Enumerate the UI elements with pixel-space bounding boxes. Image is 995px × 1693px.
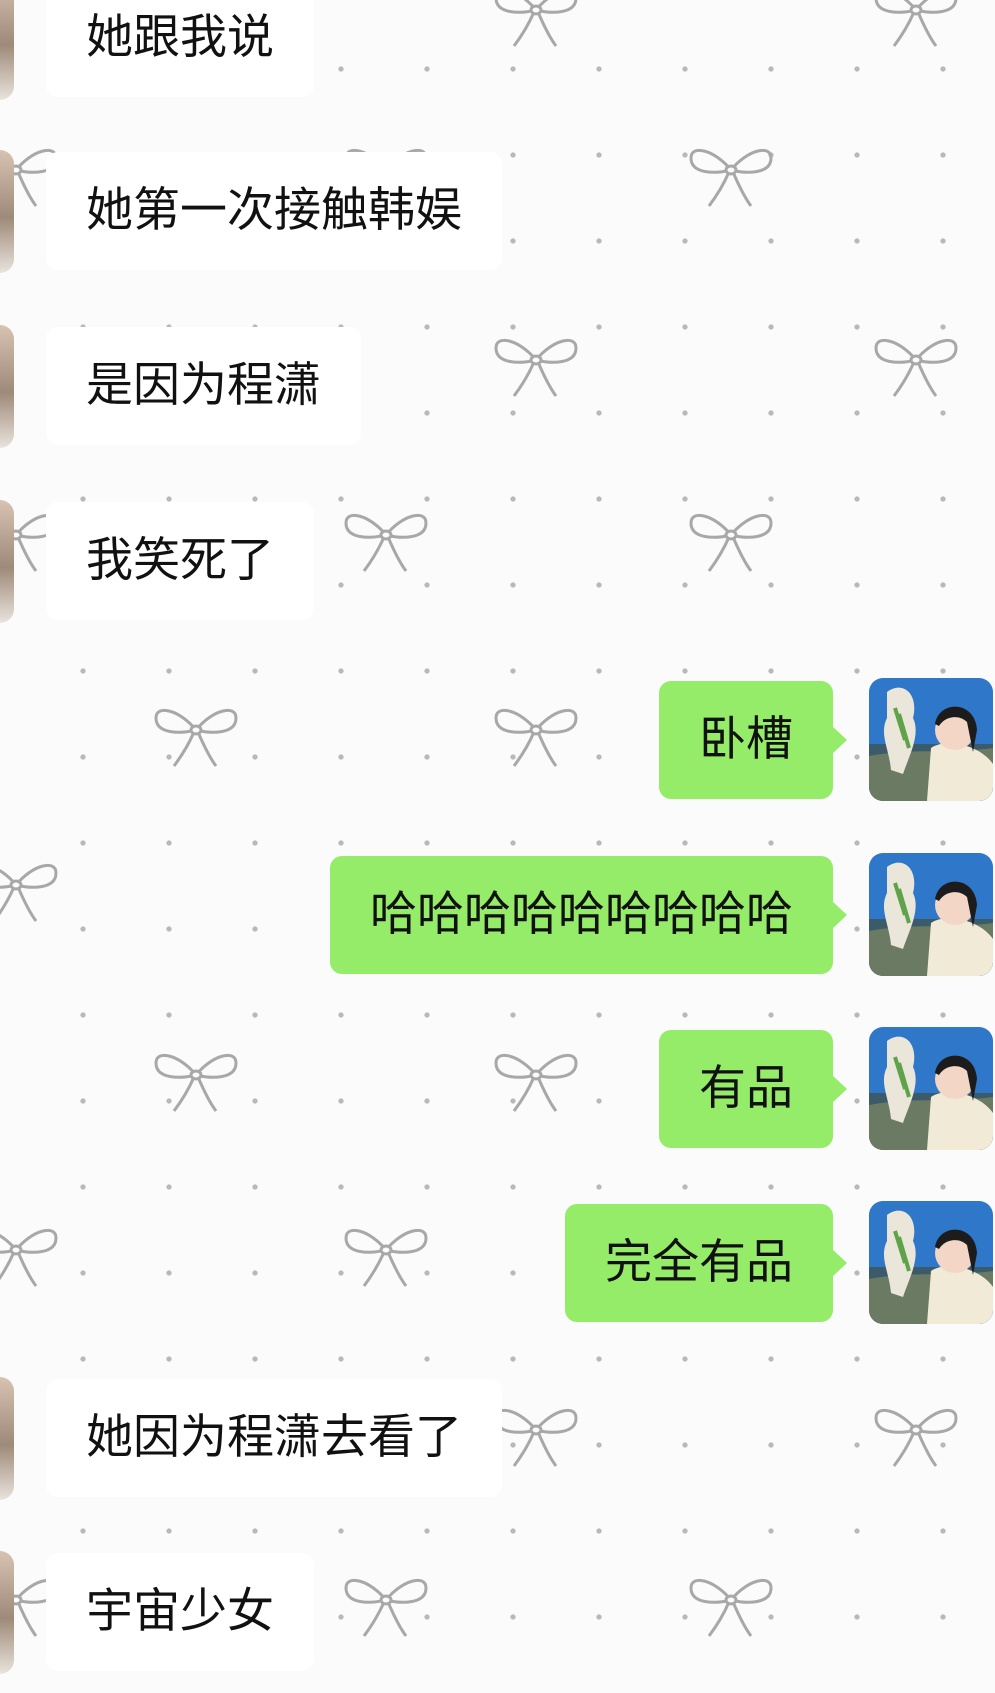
ribbon-bow-icon [874, 0, 958, 48]
ribbon-bow-icon [494, 1408, 578, 1468]
avatar[interactable] [869, 853, 993, 976]
message-bubble[interactable]: 是因为程潇 [46, 327, 361, 445]
message-row: 她跟我说 [0, 0, 314, 100]
message-row: 完全有品 [565, 1201, 995, 1324]
message-row: 哈哈哈哈哈哈哈哈哈 [330, 853, 995, 976]
ribbon-bow-icon [0, 863, 58, 923]
message-row: 她因为程潇去看了 [0, 1376, 502, 1500]
message-row: 宇宙少女 [0, 1550, 314, 1674]
avatar[interactable] [0, 0, 14, 100]
ribbon-bow-icon [0, 1228, 58, 1288]
ribbon-bow-icon [689, 513, 773, 573]
avatar[interactable] [0, 499, 14, 623]
ribbon-bow-icon [344, 1578, 428, 1638]
ribbon-bow-icon [874, 1408, 958, 1468]
message-row: 有品 [659, 1027, 995, 1150]
avatar[interactable] [0, 324, 14, 448]
message-bubble[interactable]: 她因为程潇去看了 [46, 1379, 502, 1497]
ribbon-bow-icon [874, 338, 958, 398]
ribbon-bow-icon [494, 0, 578, 48]
avatar[interactable] [0, 149, 14, 273]
message-bubble[interactable]: 卧槽 [659, 680, 847, 799]
ribbon-bow-icon [689, 1578, 773, 1638]
message-row: 是因为程潇 [0, 324, 361, 448]
ribbon-bow-icon [494, 338, 578, 398]
ribbon-bow-icon [154, 1053, 238, 1113]
ribbon-bow-icon [494, 708, 578, 768]
avatar[interactable] [869, 1201, 993, 1324]
ribbon-bow-icon [344, 1228, 428, 1288]
message-row: 我笑死了 [0, 499, 314, 623]
message-bubble[interactable]: 完全有品 [565, 1203, 847, 1322]
message-bubble[interactable]: 我笑死了 [46, 502, 314, 620]
avatar[interactable] [869, 1027, 993, 1150]
message-bubble[interactable]: 她第一次接触韩娱 [46, 152, 502, 270]
message-row: 她第一次接触韩娱 [0, 149, 502, 273]
message-row: 卧槽 [659, 678, 995, 801]
message-bubble[interactable]: 哈哈哈哈哈哈哈哈哈 [330, 855, 847, 974]
avatar[interactable] [869, 678, 993, 801]
ribbon-bow-icon [689, 148, 773, 208]
ribbon-bow-icon [494, 1053, 578, 1113]
message-bubble[interactable]: 宇宙少女 [46, 1553, 314, 1671]
avatar[interactable] [0, 1550, 14, 1674]
message-bubble[interactable]: 有品 [659, 1029, 847, 1148]
avatar[interactable] [0, 1376, 14, 1500]
ribbon-bow-icon [344, 513, 428, 573]
ribbon-bow-icon [154, 708, 238, 768]
message-bubble[interactable]: 她跟我说 [46, 0, 314, 97]
